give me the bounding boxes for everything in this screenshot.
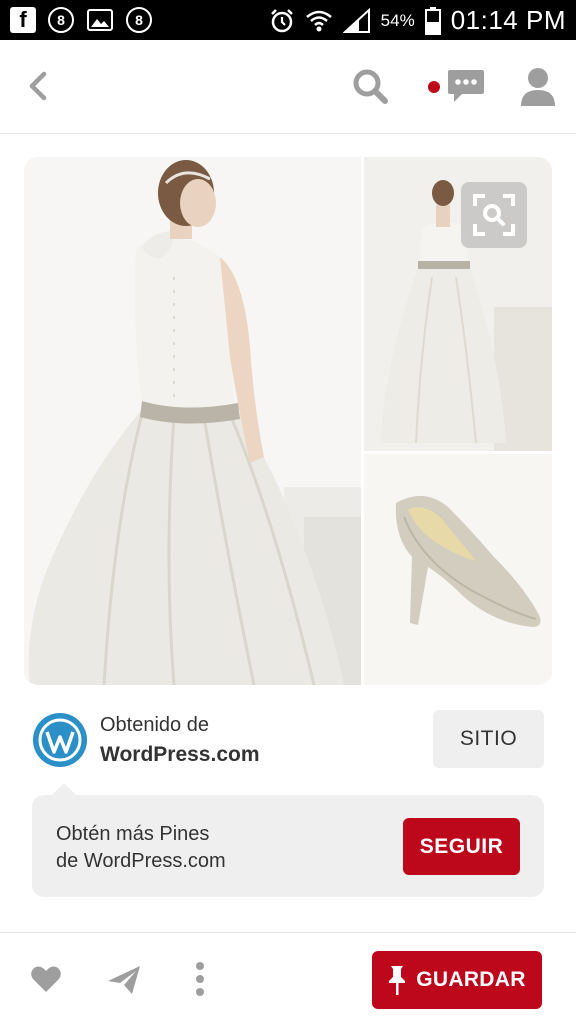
counter-b: 8 xyxy=(135,12,143,28)
battery-icon xyxy=(424,6,441,35)
alarm-icon xyxy=(270,8,293,32)
follow-prompt: Obtén más Pines de WordPress.com xyxy=(56,821,356,875)
follow-card: Obtén más Pines de WordPress.com SEGUIR xyxy=(32,783,544,897)
search-icon[interactable] xyxy=(350,66,390,106)
counter-icon: 8 xyxy=(48,7,74,33)
status-bar: f 8 8 54% 01:14 PM xyxy=(0,0,576,40)
wedding-dress-back-view xyxy=(24,157,361,685)
wordpress-icon[interactable] xyxy=(32,712,88,768)
wifi-icon xyxy=(305,10,332,31)
visual-search-icon[interactable] xyxy=(461,182,527,248)
visit-site-button[interactable]: SITIO xyxy=(433,710,544,768)
battery-percent: 54% xyxy=(380,10,415,30)
clock: 01:14 PM xyxy=(450,5,566,35)
notification-icons: f 8 8 xyxy=(10,6,152,34)
image-icon xyxy=(86,6,114,34)
source-label: Obtenido de xyxy=(100,714,209,736)
signal-icon xyxy=(342,7,370,33)
counter-icon: 8 xyxy=(126,7,152,33)
sparkly-silver-pump xyxy=(364,454,552,685)
system-indicators: 54% 01:14 PM xyxy=(269,5,566,36)
heart-icon[interactable] xyxy=(30,965,62,993)
follow-text-line2: de WordPress.com xyxy=(56,850,226,872)
user-icon[interactable] xyxy=(518,66,558,106)
chevron-left-icon[interactable] xyxy=(20,68,56,104)
save-label: GUARDAR xyxy=(416,968,526,991)
notification-dot xyxy=(428,81,440,93)
pushpin-icon xyxy=(389,966,406,995)
pin-source: Obtenido de WordPress.com SITIO xyxy=(30,708,550,772)
follow-button[interactable]: SEGUIR xyxy=(403,818,520,875)
send-icon[interactable] xyxy=(106,963,142,997)
more-vertical-icon[interactable] xyxy=(192,961,208,997)
top-toolbar xyxy=(0,40,576,134)
facebook-icon: f xyxy=(10,7,36,33)
save-button[interactable]: GUARDAR xyxy=(372,951,542,1009)
chat-bubble-icon[interactable] xyxy=(446,68,486,104)
counter-a: 8 xyxy=(57,12,65,28)
source-name[interactable]: WordPress.com xyxy=(100,743,260,767)
bottom-action-bar: GUARDAR xyxy=(0,932,576,1024)
follow-text-line1: Obtén más Pines xyxy=(56,823,210,845)
